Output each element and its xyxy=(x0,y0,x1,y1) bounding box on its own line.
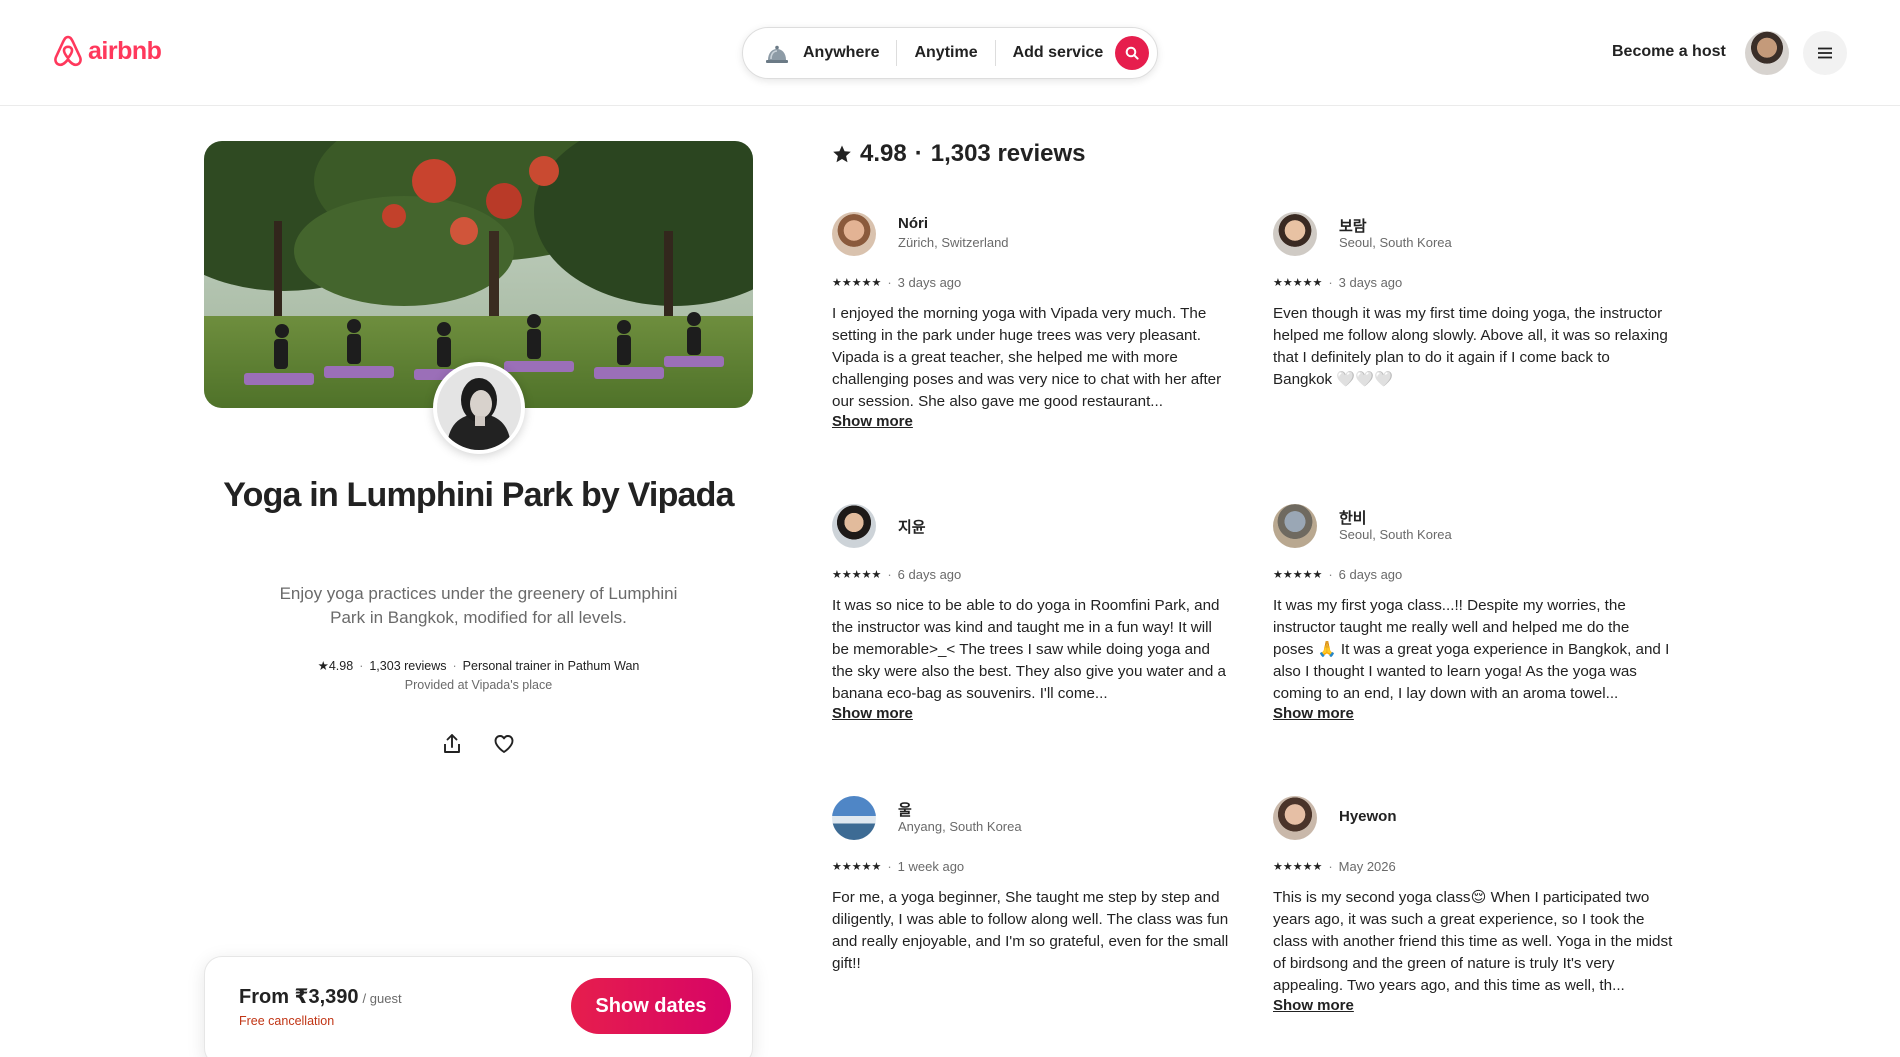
review-meta: ★★★★★ · May 2026 xyxy=(1273,859,1396,874)
reviewer-location: Anyang, South Korea xyxy=(898,819,1022,834)
reviewer-avatar[interactable] xyxy=(1273,796,1317,840)
review-text: It was my first yoga class...!! Despite … xyxy=(1273,597,1670,702)
review-stars: ★★★★★ xyxy=(1273,569,1323,581)
review-meta: ★★★★★ · 3 days ago xyxy=(832,275,962,290)
experience-title: Yoga in Lumphini Park by Vipada xyxy=(223,476,734,514)
reviews-heading: 4.98 · 1,303 reviews xyxy=(832,140,1086,168)
review-date: 1 week ago xyxy=(897,859,965,874)
experience-description: Enjoy yoga practices under the greenery … xyxy=(279,584,678,627)
show-dates-button[interactable]: Show dates xyxy=(571,978,731,1034)
search-divider xyxy=(994,40,996,66)
reviewer-location: Seoul, South Korea xyxy=(1339,527,1452,542)
reviewer-avatar[interactable] xyxy=(832,212,876,256)
share-icon xyxy=(444,734,460,753)
free-cancellation: Free cancellation xyxy=(239,1014,335,1028)
show-more-link[interactable]: Show more xyxy=(832,413,913,430)
price-unit: / guest xyxy=(362,991,402,1006)
review-date: 6 days ago xyxy=(1338,567,1403,582)
reviewer-name: 지윤 xyxy=(898,519,926,536)
host-avatar[interactable] xyxy=(433,362,525,454)
review-text: Even though it was my first time doing y… xyxy=(1273,305,1668,388)
reviews-rating: 4.98 xyxy=(860,140,907,167)
show-more-link[interactable]: Show more xyxy=(1273,997,1354,1014)
experience-meta: ★4.98 · 1,303 reviews · Personal trainer in … xyxy=(317,659,640,673)
reviewer-location: Seoul, South Korea xyxy=(1339,235,1452,250)
review-date: 6 days ago xyxy=(897,567,962,582)
review-text: This is my second yoga class😌 When I par… xyxy=(1273,889,1673,994)
hamburger-icon xyxy=(1818,47,1832,59)
airbnb-logo-icon xyxy=(54,35,82,67)
host-portrait xyxy=(437,366,521,450)
search-button[interactable] xyxy=(1115,36,1149,70)
show-more-link[interactable]: Show more xyxy=(1273,705,1354,722)
reviewer-avatar[interactable] xyxy=(1273,504,1317,548)
review-text: I enjoyed the morning yoga with Vipada v… xyxy=(832,305,1222,410)
review-stars: ★★★★★ xyxy=(832,861,882,873)
review-text: It was so nice to be able to do yoga in … xyxy=(832,597,1226,702)
review-text: For me, a yoga beginner, She taught me s… xyxy=(832,889,1229,972)
search-service[interactable]: Add service xyxy=(1013,44,1104,62)
user-avatar[interactable] xyxy=(1745,31,1789,75)
review-stars: ★★★★★ xyxy=(832,569,882,581)
heart-icon xyxy=(494,735,514,753)
top-header: airbnb Anywhere Anytime Add service Beco… xyxy=(0,0,1900,106)
reviewer-avatar[interactable] xyxy=(1273,212,1317,256)
experience-reviews-link[interactable]: 1,303 reviews xyxy=(369,659,446,673)
review-stars: ★★★★★ xyxy=(832,277,882,289)
review-meta: ★★★★★ · 1 week ago xyxy=(832,859,965,874)
search-when[interactable]: Anytime xyxy=(914,44,977,62)
experience-rating: 4.98 xyxy=(328,659,354,673)
experience-location: Provided at Vipada's place xyxy=(404,678,553,692)
star-icon xyxy=(833,145,851,163)
reviewer-name: 보람 xyxy=(1339,218,1367,235)
host-role: Personal trainer in Pathum Wan xyxy=(462,659,640,673)
reviewer-name: 울 xyxy=(898,802,912,819)
review-stars: ★★★★★ xyxy=(1273,277,1323,289)
review-meta: ★★★★★ · 6 days ago xyxy=(832,567,962,582)
menu-button[interactable] xyxy=(1803,31,1847,75)
review-meta: ★★★★★ · 3 days ago xyxy=(1273,275,1403,290)
reviewer-avatar[interactable] xyxy=(832,504,876,548)
search-icon xyxy=(1125,46,1139,60)
review-meta: ★★★★★ · 6 days ago xyxy=(1273,567,1403,582)
reviewer-avatar[interactable] xyxy=(832,796,876,840)
review-stars: ★★★★★ xyxy=(1273,861,1323,873)
reviewer-location: Zürich, Switzerland xyxy=(898,235,1009,250)
reviewer-name: 한비 xyxy=(1339,510,1367,527)
reviewer-name: Nóri xyxy=(898,215,928,232)
review-date: May 2026 xyxy=(1338,859,1396,874)
logo-wordmark: airbnb xyxy=(88,36,162,65)
reviewer-name: Hyewon xyxy=(1339,808,1397,825)
save-button[interactable] xyxy=(492,732,516,756)
airbnb-logo[interactable]: airbnb xyxy=(52,34,162,68)
search-bar[interactable]: Anywhere Anytime Add service xyxy=(742,27,1158,79)
price: From ₹3,390/ guest xyxy=(239,986,402,1008)
share-button[interactable] xyxy=(440,732,464,756)
reviews-separator: · xyxy=(914,140,923,167)
become-host-link[interactable]: Become a host xyxy=(1612,43,1726,61)
booking-card: From ₹3,390/ guest Free cancellation Sho… xyxy=(204,956,753,1057)
review-date: 3 days ago xyxy=(897,275,962,290)
reviews-count: 1,303 reviews xyxy=(930,140,1086,167)
star-icon: ★ xyxy=(317,659,329,673)
show-more-link[interactable]: Show more xyxy=(832,705,913,722)
review-date: 3 days ago xyxy=(1338,275,1403,290)
search-where[interactable]: Anywhere xyxy=(803,44,879,62)
search-divider xyxy=(896,40,898,66)
bell-service-icon xyxy=(766,45,788,63)
